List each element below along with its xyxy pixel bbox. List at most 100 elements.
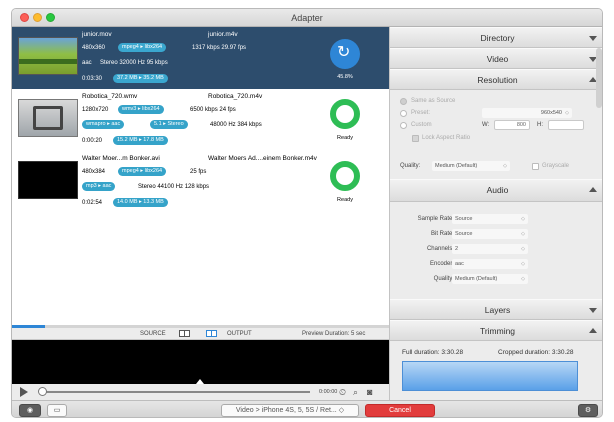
video-codec-pill: mpeg4 ▸ libx264 [118,43,167,52]
section-audio[interactable]: Audio [390,179,602,202]
bit-rate-select[interactable]: Source ◇ [452,229,528,239]
eye-icon: ◉ [26,407,34,414]
output-filename: Walter Moers Ad....einem Bonker.m4v [208,155,317,162]
view-toggle-bar: SOURCE OUTPUT Preview Duration: 5 sec [12,328,389,340]
video-thumbnail [18,99,78,137]
camera-icon[interactable]: ◙ [367,387,372,397]
conversion-status: 45.8% [337,74,353,80]
audio-settings: Sample Rate: Source ◇ Bit Rate: Source ◇ C… [390,203,602,301]
video-dimensions: 1280x720 [82,107,109,113]
section-title: Directory [480,33,515,43]
height-label: H: [537,122,543,128]
gear-icon: ⚙ [584,407,592,414]
terminal-icon: ▭ [53,407,61,414]
minimize-window-button[interactable] [33,13,42,22]
channels-label: Channels: [426,246,454,252]
scrub-track[interactable] [40,391,310,393]
source-filename: junior.mov [82,31,112,38]
audio-info: Stereo 32000 Hz 95 kbps [100,60,168,66]
audio-channels-pill: 5.1 ▸ Stereo [150,120,188,129]
height-field[interactable] [548,120,584,130]
same-as-source-radio[interactable] [400,98,407,105]
section-title: Resolution [477,75,518,85]
resolution-settings: Same as Source Preset: 960x540 ◇ Custom W… [390,91,602,179]
grayscale-checkbox[interactable] [532,163,539,170]
video-codec-pill: mpeg4 ▸ libx264 [118,167,167,176]
progress-indicator: ↻ [330,39,360,69]
cropped-duration: Cropped duration: 3:30.28 [498,349,574,356]
audio-info: 48000 Hz 384 kbps [210,122,262,128]
size-pill: 14.0 MB ▸ 13.3 MB [113,198,168,207]
stepper-icon: ◇ [503,163,507,169]
audio-quality-select[interactable]: Medium (Default) ◇ [452,274,528,284]
close-window-button[interactable] [20,13,29,22]
video-dimensions: 480x360 [82,45,106,51]
width-field[interactable]: 800 [494,120,530,130]
ready-indicator [330,99,360,129]
trim-range[interactable] [402,361,578,391]
section-layers[interactable]: Layers [390,299,602,320]
file-list: junior.mov junior.m4v 480x360 mpeg4 ▸ li… [12,27,389,325]
section-trimming[interactable]: Trimming [390,320,602,341]
file-row[interactable]: Robotica_720.wmv Robotica_720.m4v 1280x7… [12,89,389,151]
lock-aspect-label: Lock Aspect Ratio [422,135,471,141]
audio-quality-value: Medium (Default) [455,276,498,282]
file-row[interactable]: Walter Moer...m Bonker.avi Walter Moers … [12,151,389,213]
file-row[interactable]: junior.mov junior.m4v 480x360 mpeg4 ▸ li… [12,27,389,89]
preset-radio[interactable] [400,110,407,117]
audio-codec: aac [82,60,92,66]
terminal-button[interactable]: ▭ [47,404,67,417]
panel-scrollbar[interactable] [596,48,602,108]
encoder-label: Encoder: [429,261,454,267]
window-title: Adapter [291,13,323,23]
preset-dropdown[interactable]: Video > iPhone 4S, 5, 5S / Ret... ◇ [221,404,359,417]
timecode: 0:00:00 [319,389,338,395]
preset-value: 960x540 [540,110,562,116]
section-directory[interactable]: Directory [390,27,602,48]
section-title: Video [486,54,509,64]
duration: 0:03:30 [82,76,103,82]
quality-value: Medium (Default) [435,163,478,169]
preset-select[interactable]: 960x540 ◇ [482,108,572,118]
stepper-icon: ◇ [521,246,525,252]
preview-duration[interactable]: Preview Duration: 5 sec [302,331,365,337]
ready-indicator [330,161,360,191]
lock-aspect-checkbox[interactable] [412,135,419,142]
stepper-icon: ◇ [521,231,525,237]
video-bitrate: 25 fps [190,169,207,175]
video-dimensions: 480x384 [82,169,106,175]
bit-rate-label: Bit Rate: [430,231,454,237]
settings-button[interactable]: ⚙ [578,404,598,417]
cancel-button[interactable]: Cancel [365,404,435,417]
custom-label: Custom [411,122,432,128]
eye-button[interactable]: ◉ [19,404,41,417]
scrub-knob[interactable] [38,387,47,396]
grayscale-label: Grayscale [542,163,570,169]
timer-icon[interactable]: ⏲ [339,387,346,398]
output-label: OUTPUT [227,331,252,337]
chevron-down-icon [589,36,597,41]
video-bitrate: 6500 kbps 24 fps [190,107,236,113]
audio-codec-pill: wmapro ▸ aac [82,120,125,129]
play-icon[interactable] [20,387,28,397]
output-filename: Robotica_720.m4v [208,93,263,100]
encoder-select[interactable]: aac ◇ [452,259,528,269]
source-view-button[interactable] [179,330,190,337]
size-pill: 15.2 MB ▸ 17.8 MB [113,136,168,145]
quality-select[interactable]: Medium (Default) ◇ [432,161,510,171]
split-view-button[interactable] [206,330,217,337]
duration: 0:00:20 [82,138,103,144]
channels-value: 2 [455,246,459,252]
section-video[interactable]: Video [390,48,602,69]
section-resolution[interactable]: Resolution [390,69,602,90]
video-thumbnail [18,37,78,75]
sample-rate-value: Source [455,216,473,222]
conversion-status: Ready [337,135,353,141]
custom-radio[interactable] [400,122,407,129]
zoom-window-button[interactable] [46,13,55,22]
zoom-icon[interactable]: ⌕ [353,387,358,398]
channels-select[interactable]: 2 ◇ [452,244,528,254]
trimming-settings: Full duration: 3:30.28 Cropped duration:… [390,341,602,400]
sample-rate-select[interactable]: Source ◇ [452,214,528,224]
stepper-icon: ◇ [338,407,345,414]
